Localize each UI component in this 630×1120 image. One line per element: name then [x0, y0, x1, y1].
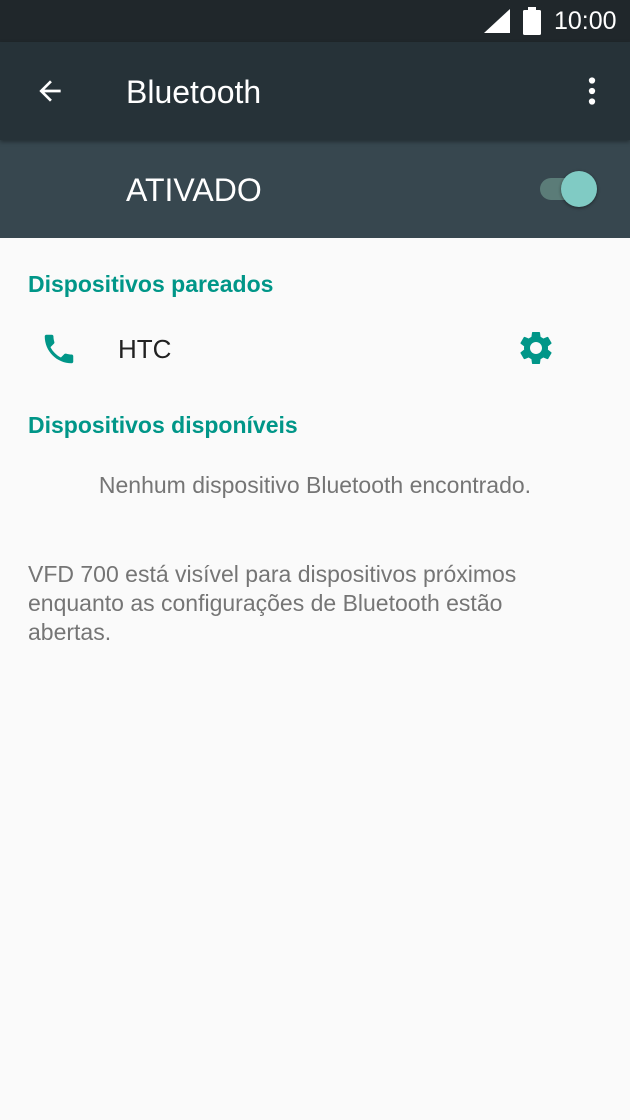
- paired-devices-header: Dispositivos pareados: [28, 271, 274, 297]
- device-name: HTC: [118, 334, 172, 364]
- back-button[interactable]: [30, 69, 70, 113]
- page-title: Bluetooth: [126, 74, 262, 110]
- status-bar: 10:00: [0, 0, 630, 42]
- gear-icon: [520, 332, 552, 364]
- arrow-back-icon: [39, 80, 61, 102]
- app-bar: Bluetooth: [0, 42, 630, 140]
- no-devices-message: Nenhum dispositivo Bluetooth encontrado.: [98, 472, 532, 498]
- visibility-note: VFD 700 está visível para dispositivos p…: [28, 561, 517, 645]
- cell-signal-icon: [484, 9, 510, 33]
- more-options-button[interactable]: [574, 69, 610, 113]
- toggle-thumb: [561, 171, 597, 207]
- more-vert-icon: [588, 77, 596, 105]
- status-clock: 10:00: [554, 7, 617, 35]
- bluetooth-toggle[interactable]: [540, 169, 598, 209]
- available-devices-header: Dispositivos disponíveis: [28, 412, 298, 438]
- battery-icon: [523, 7, 541, 35]
- device-settings-button[interactable]: [510, 322, 562, 374]
- switch-state-label: ATIVADO: [126, 172, 262, 208]
- bluetooth-master-switch-bar[interactable]: ATIVADO: [0, 140, 630, 238]
- paired-device-row[interactable]: HTC: [0, 308, 630, 390]
- phone-icon: [44, 334, 74, 364]
